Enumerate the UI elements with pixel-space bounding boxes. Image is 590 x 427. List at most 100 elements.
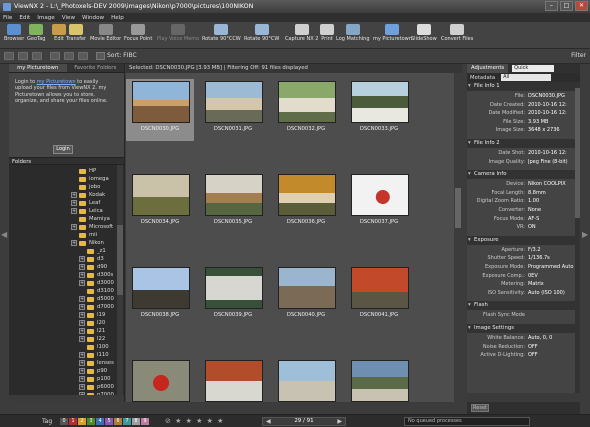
label-button[interactable]: 2	[78, 418, 86, 425]
expand-icon[interactable]: +	[79, 320, 85, 326]
thumbnail-view-icon[interactable]	[4, 52, 14, 60]
next-image-icon[interactable]: ▶	[337, 418, 342, 425]
folder-item[interactable]: + d3	[79, 255, 104, 263]
expand-icon[interactable]: +	[71, 240, 77, 246]
quick-dropdown[interactable]: Quick	[512, 65, 555, 72]
list-view-icon[interactable]	[18, 52, 28, 60]
thumbnail-image[interactable]	[132, 360, 190, 402]
folder-item[interactable]: + l20	[79, 319, 105, 327]
minimize-button[interactable]: –	[545, 1, 558, 11]
thumbnail-image[interactable]	[278, 81, 336, 123]
folder-item[interactable]: + Microsoft	[71, 223, 113, 231]
label-button[interactable]: 4	[96, 418, 104, 425]
thumbnail[interactable]	[272, 358, 340, 420]
folder-item[interactable]: + Kodak	[71, 191, 105, 199]
folder-item[interactable]: + d90	[79, 263, 107, 271]
folder-item[interactable]: l100	[79, 343, 109, 351]
rating-stars[interactable]: ⊘ ★ ★ ★ ★ ★	[165, 417, 224, 425]
browser-button[interactable]: Browser	[4, 24, 24, 42]
tree-scrollbar[interactable]	[117, 165, 123, 395]
grid-scrollbar[interactable]	[454, 73, 462, 402]
menu-edit[interactable]: Edit	[19, 15, 30, 21]
menu-help[interactable]: Help	[111, 15, 124, 21]
metadata-section-file-info-2[interactable]: File Info 2	[467, 139, 575, 148]
expand-icon[interactable]: +	[79, 280, 85, 286]
sort-dropdown-icon[interactable]	[96, 52, 105, 60]
thumbnail[interactable]: DSCN0040.JPG	[272, 265, 340, 327]
transfer-button[interactable]: Transfer	[66, 24, 86, 42]
thumbnail[interactable]: DSCN0030.JPG	[126, 79, 194, 141]
expand-icon[interactable]: +	[79, 336, 85, 342]
expand-icon[interactable]: +	[79, 256, 85, 262]
print-button[interactable]: Print	[320, 24, 334, 42]
folder-item[interactable]: iomega	[71, 175, 109, 183]
folder-item[interactable]: + Nikon	[71, 239, 104, 247]
rotate-90-ccw-button[interactable]: Rotate 90°CCW	[202, 24, 241, 42]
right-panel-toggle-icon[interactable]: ▶	[582, 230, 588, 239]
tab-adjustments[interactable]: Adjustments	[467, 64, 509, 73]
label-button[interactable]: 0	[60, 418, 68, 425]
folder-item[interactable]: + d7000	[79, 303, 114, 311]
thumbnail[interactable]: DSCN0032.JPG	[272, 79, 340, 141]
expand-icon[interactable]: +	[79, 376, 85, 382]
expand-icon[interactable]: +	[79, 264, 85, 270]
folder-item[interactable]: + p90	[79, 367, 107, 375]
thumbnail[interactable]: DSCN0031.JPG	[199, 79, 267, 141]
tree-scroll-thumb[interactable]	[117, 225, 123, 295]
label-button[interactable]: 9	[141, 418, 149, 425]
expand-icon[interactable]: +	[79, 368, 85, 374]
thumbnail-image[interactable]	[205, 174, 263, 216]
thumbnail[interactable]: DSCN0034.JPG	[126, 172, 194, 234]
slideshow-button[interactable]: SlideShow	[411, 24, 437, 42]
play-voice-memo-button[interactable]: Play Voice Memo	[157, 24, 199, 42]
folder-up-icon[interactable]	[32, 52, 42, 60]
folder-item[interactable]: + l19	[79, 311, 105, 319]
sort-label[interactable]: Sort: FIBC	[107, 52, 137, 59]
login-button[interactable]: Login	[53, 145, 73, 154]
metadata-section-camera-info[interactable]: Camera Info	[467, 170, 575, 180]
expand-icon[interactable]: +	[79, 296, 85, 302]
folder-item[interactable]: + l22	[79, 335, 105, 343]
label-button[interactable]: 6	[114, 418, 122, 425]
thumbnail-image[interactable]	[132, 267, 190, 309]
folder-item[interactable]: + lenses	[79, 359, 114, 367]
label-button[interactable]: 1	[69, 418, 77, 425]
expand-icon[interactable]: +	[79, 304, 85, 310]
thumbnail[interactable]	[345, 358, 413, 420]
menu-file[interactable]: File	[3, 15, 12, 21]
left-panel-toggle-icon[interactable]: ◀	[1, 230, 7, 239]
expand-icon[interactable]: +	[79, 272, 85, 278]
thumbnail[interactable]: DSCN0037.JPG	[345, 172, 413, 234]
expand-icon[interactable]: +	[71, 224, 77, 230]
thumbnail-image[interactable]	[351, 81, 409, 123]
thumbnail-image[interactable]	[351, 174, 409, 216]
my-picturetown-button[interactable]: my Picturetown	[373, 24, 412, 42]
grid-scroll-thumb[interactable]	[455, 188, 461, 228]
picturetown-link[interactable]: my Picturetown	[37, 79, 76, 85]
folder-item[interactable]: + d5000	[79, 295, 114, 303]
thumbnail-image[interactable]	[278, 174, 336, 216]
focus-point-button[interactable]: Focus Point	[124, 24, 152, 42]
folder-item[interactable]: HP	[71, 167, 96, 175]
folder-item[interactable]: + p7000	[79, 391, 114, 395]
expand-icon[interactable]: +	[79, 384, 85, 390]
folder-item[interactable]: + l21	[79, 327, 105, 335]
thumbnail-image[interactable]	[278, 360, 336, 402]
expand-icon[interactable]: +	[71, 208, 77, 214]
thumbnail-image[interactable]	[278, 267, 336, 309]
folder-item[interactable]: + d3000	[79, 279, 114, 287]
thumbnail[interactable]	[126, 358, 194, 420]
capture-nx-2-button[interactable]: Capture NX 2	[285, 24, 318, 42]
thumbnail[interactable]: DSCN0035.JPG	[199, 172, 267, 234]
maximize-button[interactable]: □	[560, 1, 573, 11]
folder-item[interactable]: d3100	[79, 287, 114, 295]
thumbnail-image[interactable]	[132, 81, 190, 123]
movie-editor-button[interactable]: Movie Editor	[90, 24, 121, 42]
menu-view[interactable]: View	[62, 15, 75, 21]
convert-files-button[interactable]: Convert Files	[441, 24, 473, 42]
label-button[interactable]: 7	[123, 418, 131, 425]
expand-icon[interactable]: +	[79, 392, 85, 395]
metadata-section-file-info-1[interactable]: File Info 1	[467, 82, 575, 91]
thumbnail-image[interactable]	[351, 360, 409, 402]
filter-button[interactable]: Filter	[571, 52, 586, 59]
